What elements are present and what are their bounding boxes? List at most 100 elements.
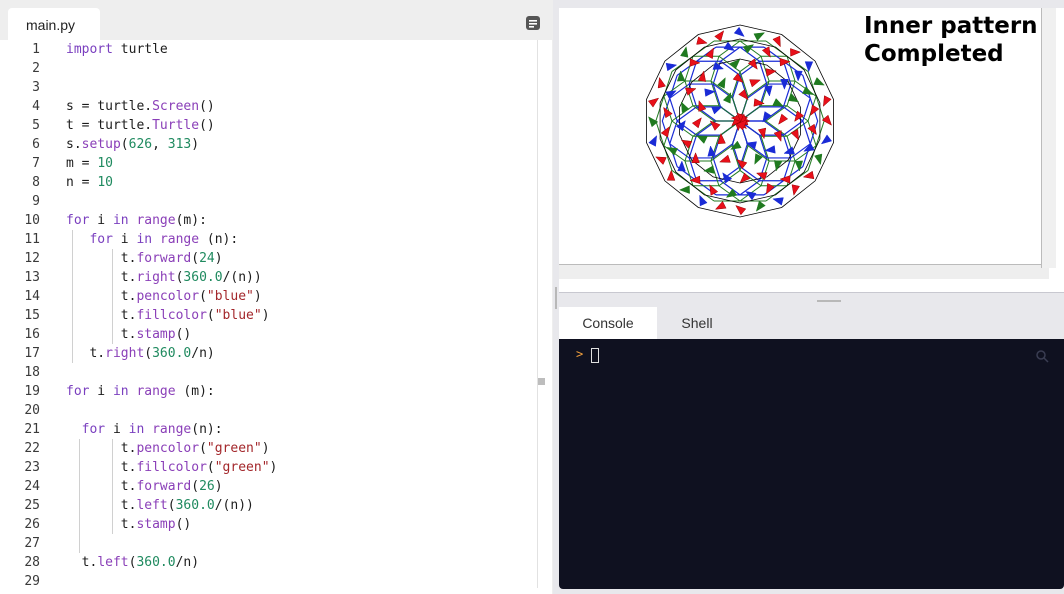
code-token: 313 — [167, 137, 192, 152]
turtle-stamp — [660, 126, 670, 138]
code-token: for — [66, 384, 90, 399]
code-token: , — [152, 137, 168, 152]
code-line[interactable]: 9 — [0, 192, 540, 211]
code-line[interactable]: 25 t.left(360.0/(n)) — [0, 496, 540, 515]
turtle-stamp — [790, 48, 802, 57]
line-number: 5 — [32, 118, 40, 133]
code-token: ) — [214, 479, 223, 494]
code-line[interactable]: 24 t.forward(26) — [0, 477, 540, 496]
code-text: t.forward(26) — [66, 477, 223, 496]
code-token: for — [81, 422, 106, 437]
canvas-vertical-scrollbar[interactable] — [1041, 8, 1056, 268]
code-token: 360.0 — [152, 346, 192, 361]
code-line[interactable]: 11 for i in range (n): — [0, 230, 540, 249]
code-line[interactable]: 7 m = 10 — [0, 154, 540, 173]
editor-scrollbar[interactable] — [537, 40, 550, 588]
tab-shell[interactable]: Shell — [657, 307, 737, 339]
code-text: import turtle — [66, 40, 168, 59]
code-line[interactable]: 3 — [0, 78, 540, 97]
code-line[interactable]: 2 — [0, 59, 540, 78]
code-line[interactable]: 17 t.right(360.0/n) — [0, 344, 540, 363]
line-number: 13 — [24, 270, 40, 285]
console-terminal[interactable]: > — [559, 339, 1064, 589]
turtle-stamp — [772, 98, 784, 107]
code-token: range — [152, 422, 192, 437]
code-text: t.right(360.0/n) — [66, 344, 214, 363]
code-line[interactable]: 6 s.setup(626, 313) — [0, 135, 540, 154]
code-text: for i in range (n): — [66, 230, 238, 249]
code-line[interactable]: 1 import turtle — [0, 40, 540, 59]
code-line[interactable]: 21 for i in range(n): — [0, 420, 540, 439]
tab-console[interactable]: Console — [559, 307, 657, 339]
pattern-stroke-blue — [688, 83, 698, 108]
format-code-icon[interactable] — [525, 15, 541, 31]
turtle-stamp — [680, 101, 690, 113]
line-number: 9 — [32, 194, 40, 209]
turtle-stamp — [822, 95, 832, 107]
code-token: ( — [144, 346, 153, 361]
line-number: 4 — [32, 99, 40, 114]
turtle-canvas: Inner pattern Completed — [559, 8, 1064, 293]
code-line[interactable]: 29 — [0, 572, 540, 591]
line-number: 11 — [24, 232, 40, 247]
turtle-stamp — [719, 154, 731, 163]
code-token: for — [66, 213, 90, 228]
code-token: stamp — [136, 517, 176, 532]
code-token: forward — [136, 479, 192, 494]
line-number: 23 — [24, 460, 40, 475]
code-line[interactable]: 5 t = turtle.Turtle() — [0, 116, 540, 135]
code-token: for — [89, 232, 113, 247]
code-token: 26 — [199, 479, 215, 494]
code-line[interactable]: 23 t.fillcolor("green") — [0, 458, 540, 477]
turtle-stamp — [733, 26, 745, 37]
turtle-stamp — [709, 184, 719, 196]
code-text: m = 10 — [66, 154, 113, 173]
code-line[interactable]: 22 t.pencolor("green") — [0, 439, 540, 458]
code-line[interactable]: 18 — [0, 363, 540, 382]
code-text: t.forward(24) — [66, 249, 223, 268]
code-line[interactable]: 19 for i in range (m): — [0, 382, 540, 401]
code-token: ) — [191, 137, 200, 152]
turtle-stamp — [814, 153, 823, 166]
turtle-stamp — [742, 44, 755, 54]
code-token: ( — [199, 441, 207, 456]
code-text: t.stamp() — [66, 515, 191, 534]
code-line[interactable]: 13 t.right(360.0/(n)) — [0, 268, 540, 287]
turtle-stamp — [772, 35, 781, 48]
code-token: in — [112, 213, 129, 228]
turtle-stamp — [783, 146, 795, 155]
divider-handle[interactable] — [555, 287, 557, 309]
code-token: /(n)) — [214, 498, 254, 513]
code-line[interactable]: 14 t.pencolor("blue") — [0, 287, 540, 306]
line-number: 10 — [24, 213, 40, 228]
code-token: in — [136, 232, 153, 247]
horizontal-split-handle[interactable] — [817, 300, 841, 302]
code-line[interactable]: 26 t.stamp() — [0, 515, 540, 534]
indent-guide — [112, 439, 113, 534]
code-token: in — [128, 422, 145, 437]
line-number: 14 — [24, 289, 40, 304]
code-token: left — [136, 498, 168, 513]
turtle-stamp — [761, 46, 771, 58]
code-area[interactable]: 1 import turtle 2 3 4 s = turtle.Screen() 5 t =… — [0, 40, 552, 594]
code-line[interactable]: 28 t.left(360.0/n) — [0, 553, 540, 572]
code-token: ( — [206, 460, 215, 475]
code-line[interactable]: 8 n = 10 — [0, 173, 540, 192]
code-line[interactable]: 15 t.fillcolor("blue") — [0, 306, 540, 325]
code-line[interactable]: 27 — [0, 534, 540, 553]
file-tab-main[interactable]: main.py — [8, 8, 100, 40]
search-icon[interactable] — [1035, 349, 1049, 363]
code-token: forward — [136, 251, 192, 266]
code-token: t. — [66, 441, 137, 456]
line-number: 15 — [24, 308, 40, 323]
code-token: i — [112, 232, 137, 247]
line-number: 25 — [24, 498, 40, 513]
code-line[interactable]: 20 — [0, 401, 540, 420]
code-token: ) — [261, 441, 270, 456]
code-line[interactable]: 16 t.stamp() — [0, 325, 540, 344]
code-line[interactable]: 10 for i in range(m): — [0, 211, 540, 230]
canvas-horizontal-scrollbar[interactable] — [559, 264, 1049, 279]
line-number: 7 — [32, 156, 40, 171]
code-line[interactable]: 4 s = turtle.Screen() — [0, 97, 540, 116]
code-line[interactable]: 12 t.forward(24) — [0, 249, 540, 268]
